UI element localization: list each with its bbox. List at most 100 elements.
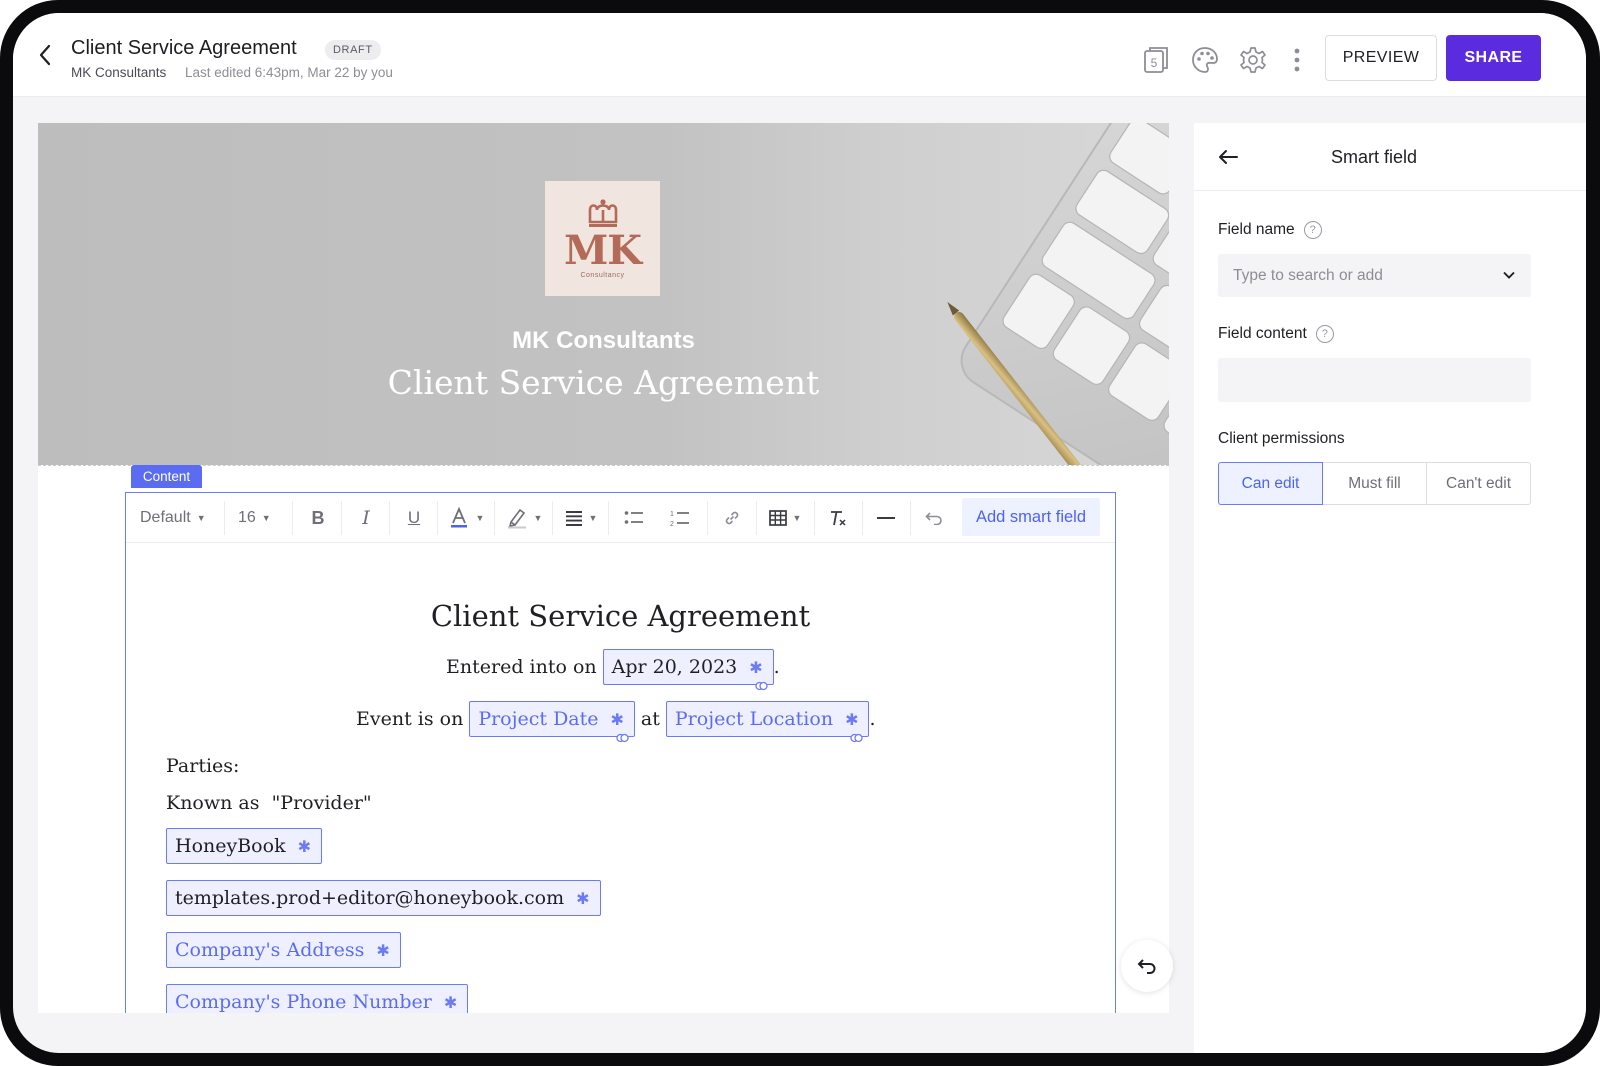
panel-header: Smart field <box>1194 123 1586 191</box>
floating-undo-button[interactable] <box>1121 940 1173 992</box>
content-editor[interactable]: Default ▼ 16 ▼ B I U ▼ ▼ ▼ 1 2 ▼ Add sma… <box>125 492 1116 1013</box>
permission-can-edit[interactable]: Can edit <box>1218 462 1323 505</box>
toolbar-divider <box>292 501 293 535</box>
banner-title: Client Service Agreement <box>387 363 820 402</box>
required-asterisk-icon: ✱ <box>297 836 311 856</box>
device-frame: Client Service Agreement DRAFT MK Consul… <box>0 0 1600 1066</box>
toolbar-divider <box>910 501 911 535</box>
numbered-list-icon[interactable]: 12 <box>658 493 702 543</box>
crown-icon <box>588 199 617 227</box>
table-icon[interactable]: ▼ <box>760 493 810 543</box>
link-icon <box>616 733 629 743</box>
add-smart-field-button[interactable]: Add smart field <box>962 498 1100 536</box>
entered-into-label: Entered into on <box>446 656 597 678</box>
app-screen: Client Service Agreement DRAFT MK Consul… <box>13 13 1586 1053</box>
company-name: MK Consultants <box>71 65 167 80</box>
client-permissions-label: Client permissions <box>1218 430 1345 447</box>
header-banner[interactable]: MK Consultancy MK Consultants Client Ser… <box>38 123 1169 465</box>
event-line: Event is on Project Date ✱ at Project Loc… <box>356 701 876 743</box>
company-logo: MK Consultancy <box>545 181 660 296</box>
chevron-down-icon: ▼ <box>196 513 206 523</box>
field-content-label-row: Field content ? <box>1218 325 1334 343</box>
field-name-select[interactable]: Type to search or add <box>1218 254 1531 297</box>
provider-name-line: HoneyBook ✱ <box>166 828 322 864</box>
field-content-label: Field content <box>1218 325 1307 342</box>
required-asterisk-icon: ✱ <box>749 657 763 677</box>
horizontal-rule-icon[interactable] <box>864 493 908 543</box>
toolbar-divider <box>707 501 708 535</box>
toolbar-divider <box>494 501 495 535</box>
palette-icon[interactable] <box>1190 45 1220 75</box>
field-name-label-row: Field name ? <box>1218 221 1322 239</box>
help-icon[interactable]: ? <box>1315 325 1334 343</box>
smart-field-entered-date[interactable]: Apr 20, 2023 ✱ <box>602 649 774 691</box>
text-style-dropdown[interactable]: Default ▼ <box>140 493 212 543</box>
client-permissions-toggle: Can edit Must fill Can't edit <box>1218 462 1531 505</box>
toolbar-divider <box>437 501 438 535</box>
font-size-value: 16 <box>238 509 256 526</box>
required-asterisk-icon: ✱ <box>845 709 859 729</box>
sentence-period: . <box>773 656 780 678</box>
top-bar: Client Service Agreement DRAFT MK Consul… <box>13 13 1586 97</box>
pages-icon[interactable]: 5 <box>1141 45 1171 75</box>
field-name-label: Field name <box>1218 221 1295 238</box>
undo-icon[interactable] <box>912 493 956 543</box>
toolbar-divider <box>756 501 757 535</box>
smart-field-project-date[interactable]: Project Date ✱ <box>469 701 635 743</box>
field-name-placeholder: Type to search or add <box>1233 266 1383 284</box>
event-label: Event is on <box>356 708 464 730</box>
smart-field-company-phone[interactable]: Company's Phone Number ✱ <box>166 984 469 1013</box>
content-section-tag[interactable]: Content <box>131 465 202 488</box>
toolbar-divider <box>389 501 390 535</box>
section-divider <box>38 465 1169 466</box>
link-icon <box>850 733 864 743</box>
smart-field-provider-email[interactable]: templates.prod+editor@honeybook.com ✱ <box>166 880 601 916</box>
smart-field-value: HoneyBook <box>175 835 286 857</box>
clear-format-icon[interactable] <box>816 493 860 543</box>
last-edited-text: Last edited 6:43pm, Mar 22 by you <box>185 65 393 80</box>
required-asterisk-icon: ✱ <box>443 992 458 1012</box>
link-icon[interactable] <box>710 493 754 543</box>
at-label: at <box>640 708 660 730</box>
help-icon[interactable]: ? <box>1303 221 1322 239</box>
entered-into-line: Entered into on Apr 20, 2023 ✱ . <box>446 649 780 691</box>
svg-text:2: 2 <box>670 521 674 527</box>
smart-field-provider-name[interactable]: HoneyBook ✱ <box>166 828 322 864</box>
logo-subtext: Consultancy <box>580 272 625 279</box>
font-size-dropdown[interactable]: 16 ▼ <box>238 493 278 543</box>
bullet-list-icon[interactable] <box>612 493 656 543</box>
field-content-input[interactable] <box>1218 358 1531 402</box>
italic-icon[interactable]: I <box>344 493 388 543</box>
text-color-icon[interactable]: ▼ <box>440 493 492 543</box>
toolbar-divider <box>814 501 815 535</box>
gear-icon[interactable] <box>1238 45 1268 75</box>
smart-field-value: Project Location <box>674 708 834 730</box>
chevron-down-icon <box>1503 271 1515 279</box>
smart-field-value: Company's Address <box>175 939 365 961</box>
back-arrow-icon[interactable] <box>33 43 57 67</box>
permission-must-fill[interactable]: Must fill <box>1322 462 1427 505</box>
more-options-icon[interactable] <box>1282 45 1312 75</box>
permission-cant-edit[interactable]: Can't edit <box>1426 462 1531 505</box>
highlight-icon[interactable]: ▼ <box>498 493 550 543</box>
svg-text:1: 1 <box>670 511 674 518</box>
smart-field-value: Company's Phone Number <box>175 991 432 1013</box>
toolbar-divider <box>608 501 609 535</box>
required-asterisk-icon: ✱ <box>576 888 590 908</box>
smart-field-value: templates.prod+editor@honeybook.com <box>175 887 565 909</box>
panel-title: Smart field <box>1330 147 1418 167</box>
bold-icon[interactable]: B <box>296 493 340 543</box>
share-button[interactable]: SHARE <box>1446 35 1541 81</box>
document-title[interactable]: Client Service Agreement <box>71 37 297 60</box>
smart-field-panel: Smart field Field name ? Type to search … <box>1194 123 1586 1053</box>
document-heading: Client Service Agreement <box>430 599 811 633</box>
underline-icon[interactable]: U <box>392 493 436 543</box>
preview-button[interactable]: PREVIEW <box>1325 35 1437 81</box>
smart-field-company-address[interactable]: Company's Address ✱ <box>166 932 401 968</box>
smart-field-project-location[interactable]: Project Location ✱ <box>665 701 870 743</box>
provider-email-line: templates.prod+editor@honeybook.com ✱ <box>166 880 601 916</box>
logo-monogram: MK <box>563 227 642 274</box>
toolbar-divider <box>341 501 342 535</box>
align-icon[interactable]: ▼ <box>556 493 606 543</box>
status-badge: DRAFT <box>325 40 381 60</box>
